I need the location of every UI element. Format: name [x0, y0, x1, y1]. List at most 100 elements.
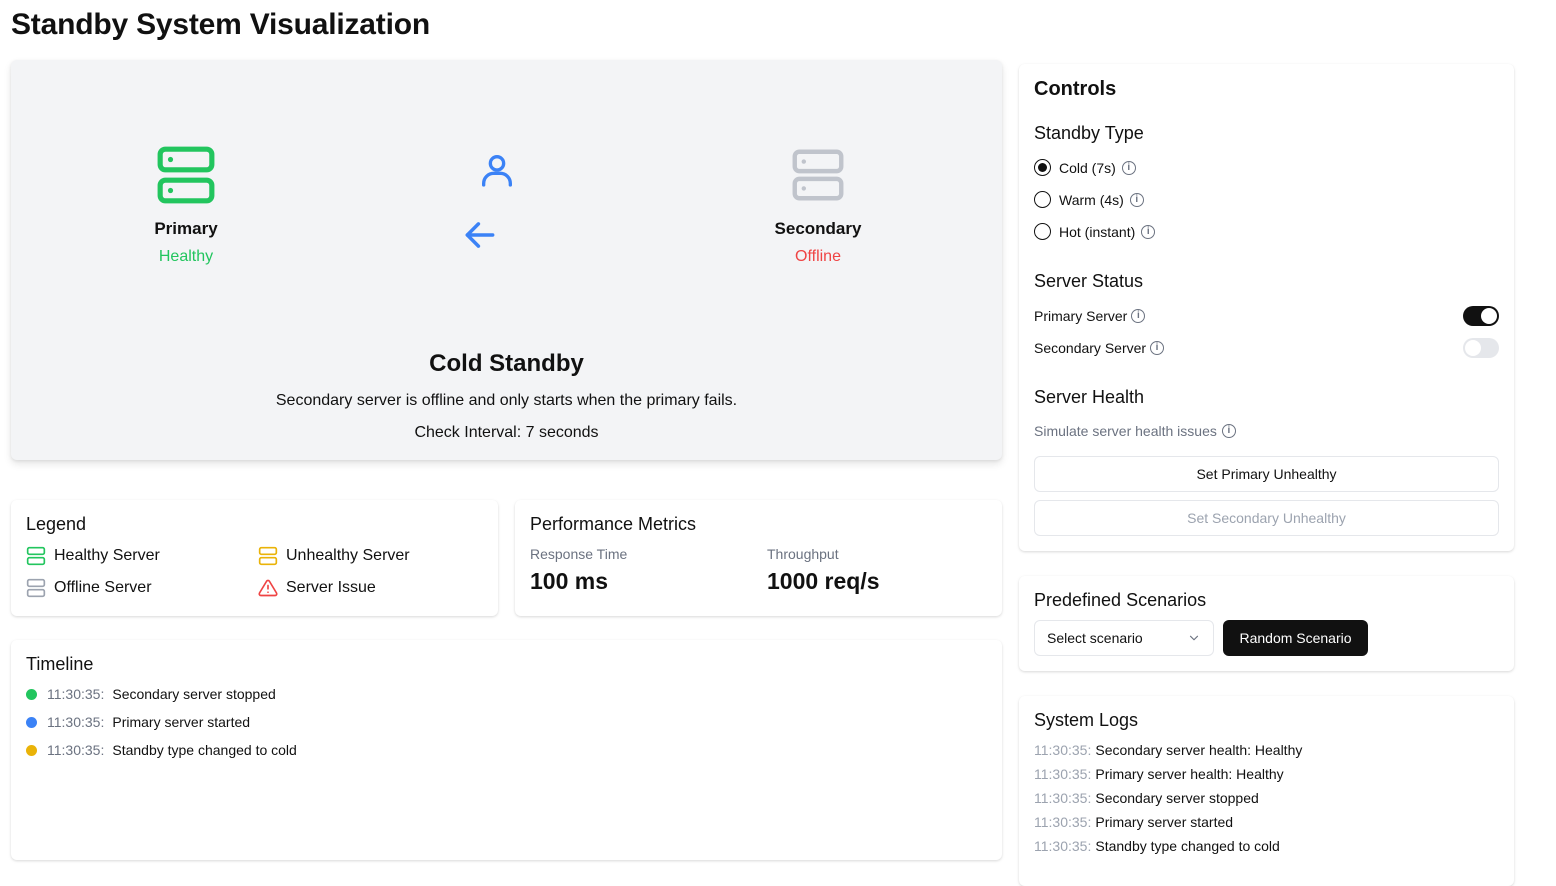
simulate-health-label: Simulate server health issues i — [1034, 423, 1236, 439]
legend-item-unhealthy: Unhealthy Server — [258, 546, 410, 566]
log-entry: 11:30:35: Secondary server health: Health… — [1034, 742, 1302, 758]
radio-button[interactable] — [1034, 159, 1051, 176]
log-text: Primary server health: Healthy — [1095, 766, 1284, 782]
scenario-select[interactable]: Select scenario — [1034, 620, 1214, 656]
info-icon[interactable]: i — [1141, 224, 1156, 239]
info-icon[interactable]: i — [1129, 192, 1144, 207]
log-time: 11:30:35: — [1034, 814, 1092, 830]
legend-title: Legend — [26, 514, 87, 534]
server-icon — [26, 578, 46, 598]
legend-label: Server Issue — [286, 579, 376, 596]
standby-type-label: Standby Type — [1034, 123, 1144, 143]
timeline-event: 11:30:35: Secondary server stopped — [26, 686, 276, 702]
scenarios-title: Predefined Scenarios — [1034, 590, 1207, 610]
random-scenario-button[interactable]: Random Scenario — [1223, 620, 1368, 656]
radio-hot[interactable]: Hot (instant) i — [1034, 223, 1156, 240]
status-dot — [26, 688, 37, 700]
throughput-value: 1000 req/s — [767, 568, 880, 594]
log-text: Standby type changed to cold — [1095, 838, 1280, 854]
arrow-left-icon — [461, 216, 499, 259]
server-status-label: Server Status — [1034, 271, 1144, 291]
info-icon[interactable]: i — [1221, 424, 1236, 438]
primary-server-toggle[interactable] — [1463, 306, 1499, 326]
radio-label: Warm (4s) — [1059, 191, 1124, 208]
log-time: 11:30:35: — [1034, 742, 1092, 758]
radio-warm[interactable]: Warm (4s) i — [1034, 191, 1144, 208]
log-time: 11:30:35: — [1034, 790, 1092, 806]
secondary-server-label: Secondary Server — [1034, 340, 1147, 356]
timeline-card: Timeline 11:30:35: Secondary server stop… — [11, 640, 1002, 860]
timeline-title: Timeline — [26, 654, 94, 674]
primary-server-toggle-row: Primary Server i — [1034, 306, 1499, 326]
event-time: 11:30:35: — [47, 686, 105, 702]
controls-title: Controls — [1034, 78, 1117, 100]
response-time-value: 100 ms — [530, 568, 609, 594]
legend-card: Legend Healthy Server Unhealthy Server O… — [11, 500, 498, 616]
standby-visualization-panel: Primary Healthy Secondary Offline Cold S… — [11, 60, 1002, 460]
throughput-label: Throughput — [767, 546, 839, 562]
primary-server-status: Healthy — [158, 248, 214, 265]
event-time: 11:30:35: — [47, 714, 105, 730]
event-time: 11:30:35: — [47, 742, 105, 758]
log-text: Secondary server health: Healthy — [1095, 742, 1303, 758]
legend-item-offline: Offline Server — [26, 578, 152, 598]
chevron-down-icon — [1189, 635, 1199, 641]
status-dot — [26, 716, 37, 728]
log-entry: 11:30:35: Primary server started — [1034, 814, 1233, 830]
event-text: Standby type changed to cold — [112, 742, 297, 758]
standby-mode-description: Secondary server is offline and only sta… — [275, 392, 738, 409]
simulate-text: Simulate server health issues — [1034, 423, 1217, 439]
response-time-label: Response Time — [530, 546, 628, 562]
log-time: 11:30:35: — [1034, 838, 1092, 854]
timeline-event: 11:30:35: Primary server started — [26, 714, 250, 730]
legend-label: Unhealthy Server — [286, 547, 410, 564]
log-entry: 11:30:35: Primary server health: Healthy — [1034, 766, 1284, 782]
info-icon[interactable]: i — [1121, 160, 1136, 175]
predefined-scenarios-card: Predefined Scenarios Select scenario Ran… — [1019, 576, 1514, 671]
logs-title: System Logs — [1034, 710, 1139, 730]
event-text: Primary server started — [112, 714, 251, 730]
secondary-server-toggle[interactable] — [1463, 338, 1499, 358]
legend-label: Offline Server — [54, 579, 152, 596]
secondary-server-status: Offline — [795, 248, 841, 265]
server-icon — [157, 146, 215, 204]
radio-label: Hot (instant) — [1059, 223, 1136, 240]
info-icon[interactable]: i — [1131, 309, 1146, 323]
server-icon — [26, 546, 46, 566]
log-text: Secondary server stopped — [1095, 790, 1259, 806]
status-dot — [26, 744, 37, 756]
legend-item-healthy: Healthy Server — [26, 546, 160, 566]
check-interval: Check Interval: 7 seconds — [414, 424, 599, 441]
legend-item-issue: Server Issue — [258, 578, 376, 598]
server-icon — [792, 149, 844, 201]
secondary-server-toggle-row: Secondary Server i — [1034, 338, 1499, 358]
radio-label: Cold (7s) — [1059, 159, 1116, 176]
page-title: Standby System Visualization — [11, 8, 430, 41]
info-icon[interactable]: i — [1150, 341, 1165, 355]
client-icon — [477, 148, 517, 197]
radio-button[interactable] — [1034, 191, 1051, 208]
system-logs-card: System Logs 11:30:35: Secondary server he… — [1019, 696, 1514, 886]
event-text: Secondary server stopped — [112, 686, 276, 702]
set-secondary-unhealthy-button[interactable]: Set Secondary Unhealthy — [1034, 500, 1499, 536]
secondary-server-name: Secondary — [774, 219, 862, 238]
log-entry: 11:30:35: Standby type changed to cold — [1034, 838, 1280, 854]
metrics-title: Performance Metrics — [530, 514, 697, 534]
server-health-label: Server Health — [1034, 387, 1145, 407]
set-primary-unhealthy-button[interactable]: Set Primary Unhealthy — [1034, 456, 1499, 492]
standby-mode-title: Cold Standby — [429, 350, 584, 377]
timeline-event: 11:30:35: Standby type changed to cold — [26, 742, 297, 758]
legend-label: Healthy Server — [54, 547, 160, 564]
radio-cold[interactable]: Cold (7s) i — [1034, 159, 1136, 176]
alert-triangle-icon — [258, 579, 278, 597]
scenario-select-value: Select scenario — [1047, 630, 1143, 646]
log-entry: 11:30:35: Secondary server stopped — [1034, 790, 1259, 806]
primary-server-label: Primary Server — [1034, 308, 1128, 324]
server-icon — [258, 546, 278, 566]
secondary-server-node: Secondary Offline — [748, 144, 888, 266]
log-time: 11:30:35: — [1034, 766, 1092, 782]
primary-server-node: Primary Healthy — [116, 144, 256, 266]
performance-metrics-card: Performance Metrics Response Time 100 ms… — [515, 500, 1002, 616]
primary-server-name: Primary — [154, 219, 218, 238]
radio-button[interactable] — [1034, 223, 1051, 240]
